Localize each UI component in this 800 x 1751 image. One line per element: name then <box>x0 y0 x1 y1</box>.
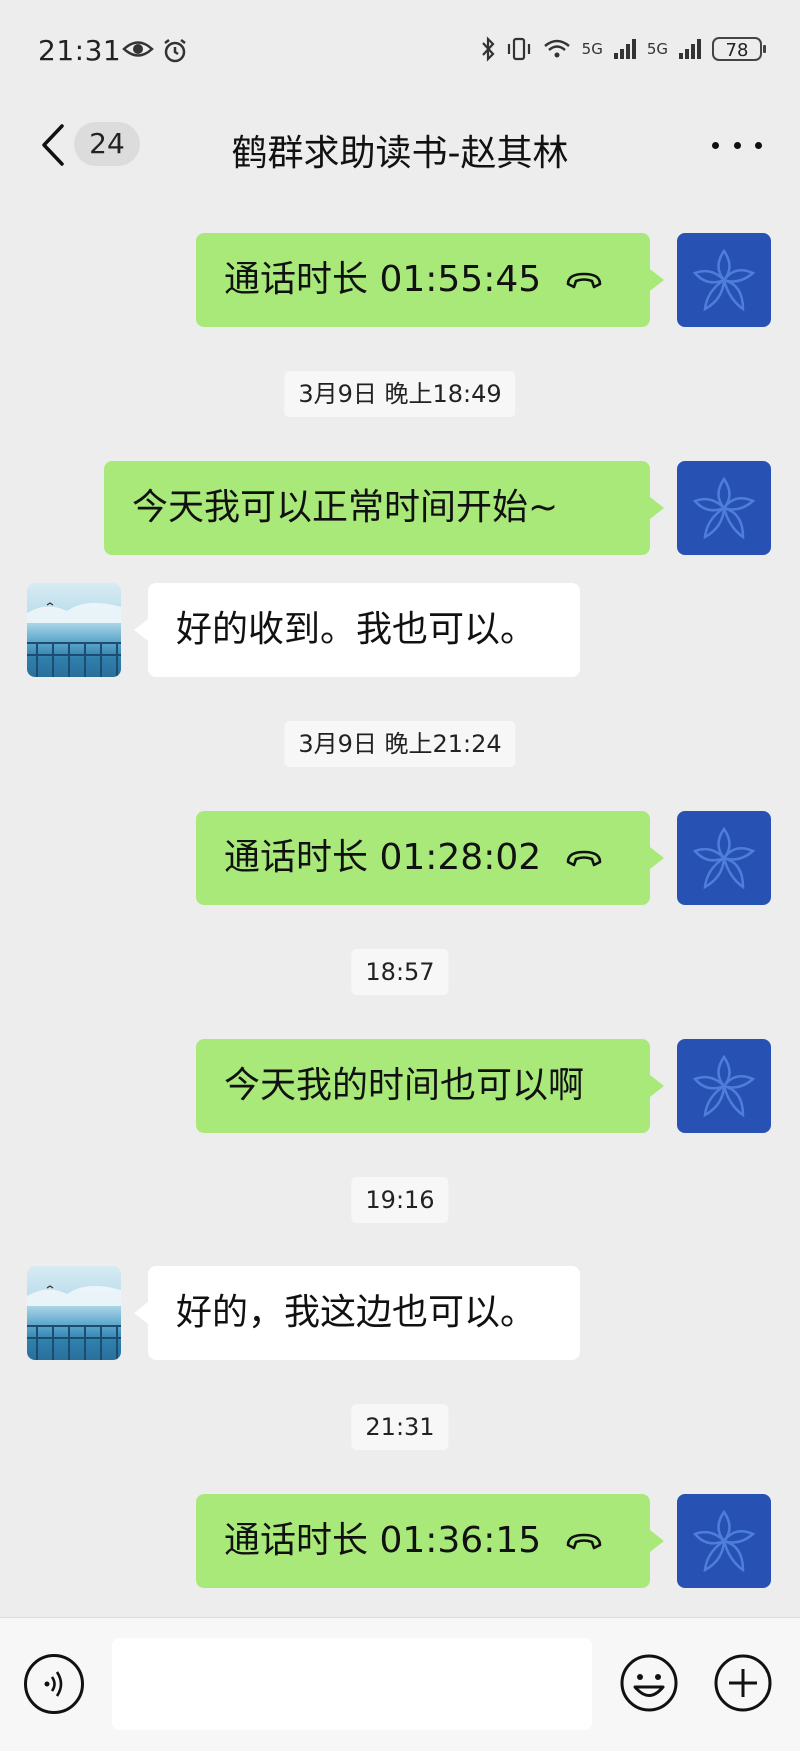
call-record-bubble[interactable]: 通话时长 01:28:02 <box>196 811 664 905</box>
signal-icon <box>613 39 636 59</box>
signal-icon <box>679 39 701 59</box>
flower-avatar-icon <box>692 826 756 890</box>
emoji-icon[interactable] <box>618 1652 680 1714</box>
status-bar: 21:31 5G 5G 78 <box>0 0 800 100</box>
bluetooth-icon <box>481 36 495 62</box>
my-avatar[interactable] <box>677 233 771 327</box>
flower-avatar-icon <box>692 248 756 312</box>
timestamp: 18:57 <box>351 949 449 995</box>
message-input[interactable] <box>112 1638 592 1730</box>
more-dot-icon <box>712 141 719 149</box>
sent-message-bubble[interactable]: 今天我的时间也可以啊 <box>196 1039 664 1133</box>
voice-input-button[interactable] <box>24 1654 84 1714</box>
message-text: 好的，我这边也可以。 <box>176 1292 537 1333</box>
sent-message-bubble[interactable]: 今天我可以正常时间开始~ <box>104 461 664 555</box>
timestamp: 19:16 <box>351 1177 449 1223</box>
network-type-1: 5G <box>581 40 603 58</box>
more-dot-icon <box>755 141 762 149</box>
more-dot-icon <box>733 141 741 149</box>
wifi-icon <box>543 39 570 58</box>
unread-count-badge[interactable]: 24 <box>74 122 140 166</box>
flower-avatar-icon <box>692 1054 756 1118</box>
call-record-bubble[interactable]: 通话时长 01:36:15 <box>196 1494 664 1588</box>
flower-avatar-icon <box>692 476 756 540</box>
vibrate-icon <box>507 37 530 61</box>
call-duration-text: 通话时长 01:55:45 <box>224 259 542 300</box>
phone-hangup-icon <box>566 850 601 867</box>
sea-landscape-avatar-icon <box>27 1285 121 1360</box>
chat-header: 24 鹤群求助读书-赵其林 <box>0 100 800 190</box>
contact-avatar[interactable] <box>27 1266 121 1360</box>
status-right-icons: 5G 5G 78 <box>480 36 766 62</box>
sea-landscape-avatar-icon <box>27 602 121 677</box>
received-message-bubble[interactable]: 好的，我这边也可以。 <box>134 1266 580 1360</box>
status-left-icons <box>122 38 188 64</box>
flower-avatar-icon <box>692 1509 756 1573</box>
alarm-icon <box>164 39 186 63</box>
timestamp: 3月9日 晚上18:49 <box>284 371 516 417</box>
my-avatar[interactable] <box>677 461 771 555</box>
contact-avatar[interactable] <box>27 583 121 677</box>
received-message-bubble[interactable]: 好的收到。我也可以。 <box>134 583 580 677</box>
back-arrow-icon[interactable] <box>36 122 70 168</box>
message-text: 今天我的时间也可以啊 <box>224 1065 585 1106</box>
phone-hangup-icon <box>566 272 601 289</box>
status-time: 21:31 <box>38 34 122 67</box>
add-more-icon[interactable] <box>712 1652 774 1714</box>
phone-hangup-icon <box>566 1533 601 1550</box>
message-text: 今天我可以正常时间开始~ <box>132 487 559 528</box>
message-text: 好的收到。我也可以。 <box>176 609 537 650</box>
call-record-bubble[interactable]: 通话时长 01:55:45 <box>196 233 664 327</box>
network-type-2: 5G <box>646 40 668 58</box>
call-duration-text: 通话时长 01:28:02 <box>224 837 542 878</box>
timestamp: 21:31 <box>351 1404 449 1450</box>
my-avatar[interactable] <box>677 1494 771 1588</box>
eye-icon <box>122 41 154 57</box>
call-duration-text: 通话时长 01:36:15 <box>224 1520 542 1561</box>
battery-indicator: 78 <box>712 37 766 61</box>
voice-icon <box>44 1671 63 1697</box>
my-avatar[interactable] <box>677 811 771 905</box>
timestamp: 3月9日 晚上21:24 <box>284 721 516 767</box>
my-avatar[interactable] <box>677 1039 771 1133</box>
message-input-bar <box>0 1617 800 1751</box>
more-options-button[interactable] <box>712 130 762 160</box>
